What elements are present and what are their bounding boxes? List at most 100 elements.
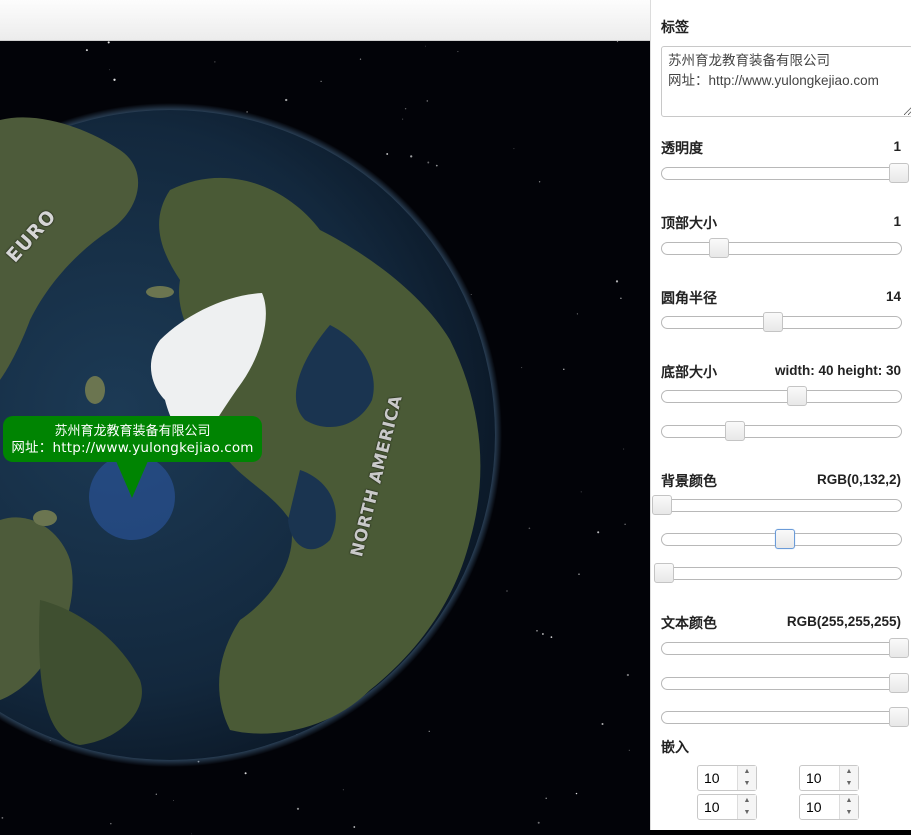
padding-label: 嵌入 [661,739,689,755]
padding-left-spinner[interactable]: ▲ ▼ [799,794,859,820]
star [342,789,344,791]
label-section-title: 标签 [661,19,689,35]
star [580,491,582,493]
text-blue-slider-handle[interactable] [889,707,909,727]
star [563,368,565,371]
padding-top-spinner[interactable]: ▲ ▼ [697,765,757,791]
label-text-input[interactable] [661,46,911,117]
top-size-slider-handle[interactable] [708,238,729,258]
background-green-slider-handle[interactable] [774,529,795,549]
spinner-down-icon[interactable]: ▼ [840,807,858,819]
star [536,629,538,632]
text-blue-slider[interactable] [661,707,909,727]
top-size-slider[interactable] [661,238,902,258]
star [576,313,579,315]
background-red-slider-handle[interactable] [652,495,672,515]
star [1,817,4,819]
star [578,573,580,575]
spinner-arrows[interactable]: ▲ ▼ [737,795,756,819]
star [620,297,622,300]
star [107,41,110,44]
star [426,100,429,102]
spinner-down-icon[interactable]: ▼ [738,778,756,790]
star [285,98,288,102]
star [470,293,472,295]
padding-bottom-input[interactable] [698,795,738,819]
top-size-label: 顶部大小 [661,215,717,231]
star [528,527,531,530]
star [404,107,407,110]
star [457,51,459,53]
bubble-line-2: 网址：http://www.yulongkejiao.com [11,440,254,456]
padding-top-input[interactable] [698,766,738,790]
star [428,730,430,732]
star [628,749,630,751]
star [538,181,541,183]
spinner-up-icon[interactable]: ▲ [738,766,756,778]
bubble-line-1: 苏州育龙教育装备有限公司 [54,424,211,439]
star [545,797,547,800]
opacity-slider[interactable] [661,163,909,183]
corner-radius-slider-handle[interactable] [763,312,784,332]
background-color-label: 背景颜色 [661,473,717,489]
corner-radius-value: 14 [885,289,901,304]
bubble-pointer [116,461,148,498]
star [550,636,553,638]
star [85,49,88,52]
star [601,723,604,725]
star [402,118,404,120]
spinner-down-icon[interactable]: ▼ [738,807,756,819]
spinner-arrows[interactable]: ▲ ▼ [839,795,858,819]
star [624,523,626,525]
text-green-slider[interactable] [661,673,909,693]
star [190,833,192,835]
padding-left-input[interactable] [800,795,840,819]
background-blue-slider-handle[interactable] [653,563,674,583]
bottom-height-slider-handle[interactable] [725,421,746,441]
star [296,807,300,810]
star [616,40,619,43]
spinner-arrows[interactable]: ▲ ▼ [737,766,756,790]
star [537,821,540,824]
corner-radius-slider[interactable] [661,312,902,332]
star [410,155,413,158]
padding-bottom-spinner[interactable]: ▲ ▼ [697,794,757,820]
star [506,590,508,592]
opacity-slider-handle[interactable] [889,163,909,183]
globe-viewer[interactable]: EURO NORTH AMERICA 苏州育龙教育装备有限公司 网址：http:… [0,0,650,835]
spinner-arrows[interactable]: ▲ ▼ [839,766,858,790]
star [623,448,625,450]
star [110,822,112,825]
star [172,799,174,801]
top-toolbar [0,0,650,41]
spinner-up-icon[interactable]: ▲ [840,766,858,778]
spinner-up-icon[interactable]: ▲ [738,795,756,807]
map-label-bubble[interactable]: 苏州育龙教育装备有限公司 网址：http://www.yulongkejiao.… [3,416,262,462]
star [615,280,619,283]
star [386,153,389,155]
text-red-slider[interactable] [661,638,909,658]
spinner-down-icon[interactable]: ▼ [840,778,858,790]
star [424,45,426,47]
star [320,80,322,83]
padding-right-input[interactable] [800,766,840,790]
text-color-value: RGB(255,255,255) [786,614,901,629]
text-red-slider-handle[interactable] [889,638,909,658]
bottom-height-slider[interactable] [661,421,902,441]
bottom-size-label: 底部大小 [661,364,717,380]
spinner-up-icon[interactable]: ▲ [840,795,858,807]
star [427,161,430,164]
bottom-width-slider[interactable] [661,386,902,406]
star [353,826,356,828]
star [113,78,116,81]
star [513,148,515,150]
background-blue-slider[interactable] [653,563,902,583]
bottom-width-slider-handle[interactable] [787,386,808,406]
top-size-value: 1 [893,214,901,229]
star [575,792,578,795]
background-red-slider[interactable] [652,495,902,515]
padding-right-spinner[interactable]: ▲ ▼ [799,765,859,791]
bottom-size-value: width: 40 height: 30 [774,363,901,378]
text-green-slider-handle[interactable] [889,673,909,693]
background-green-slider[interactable] [661,529,902,549]
